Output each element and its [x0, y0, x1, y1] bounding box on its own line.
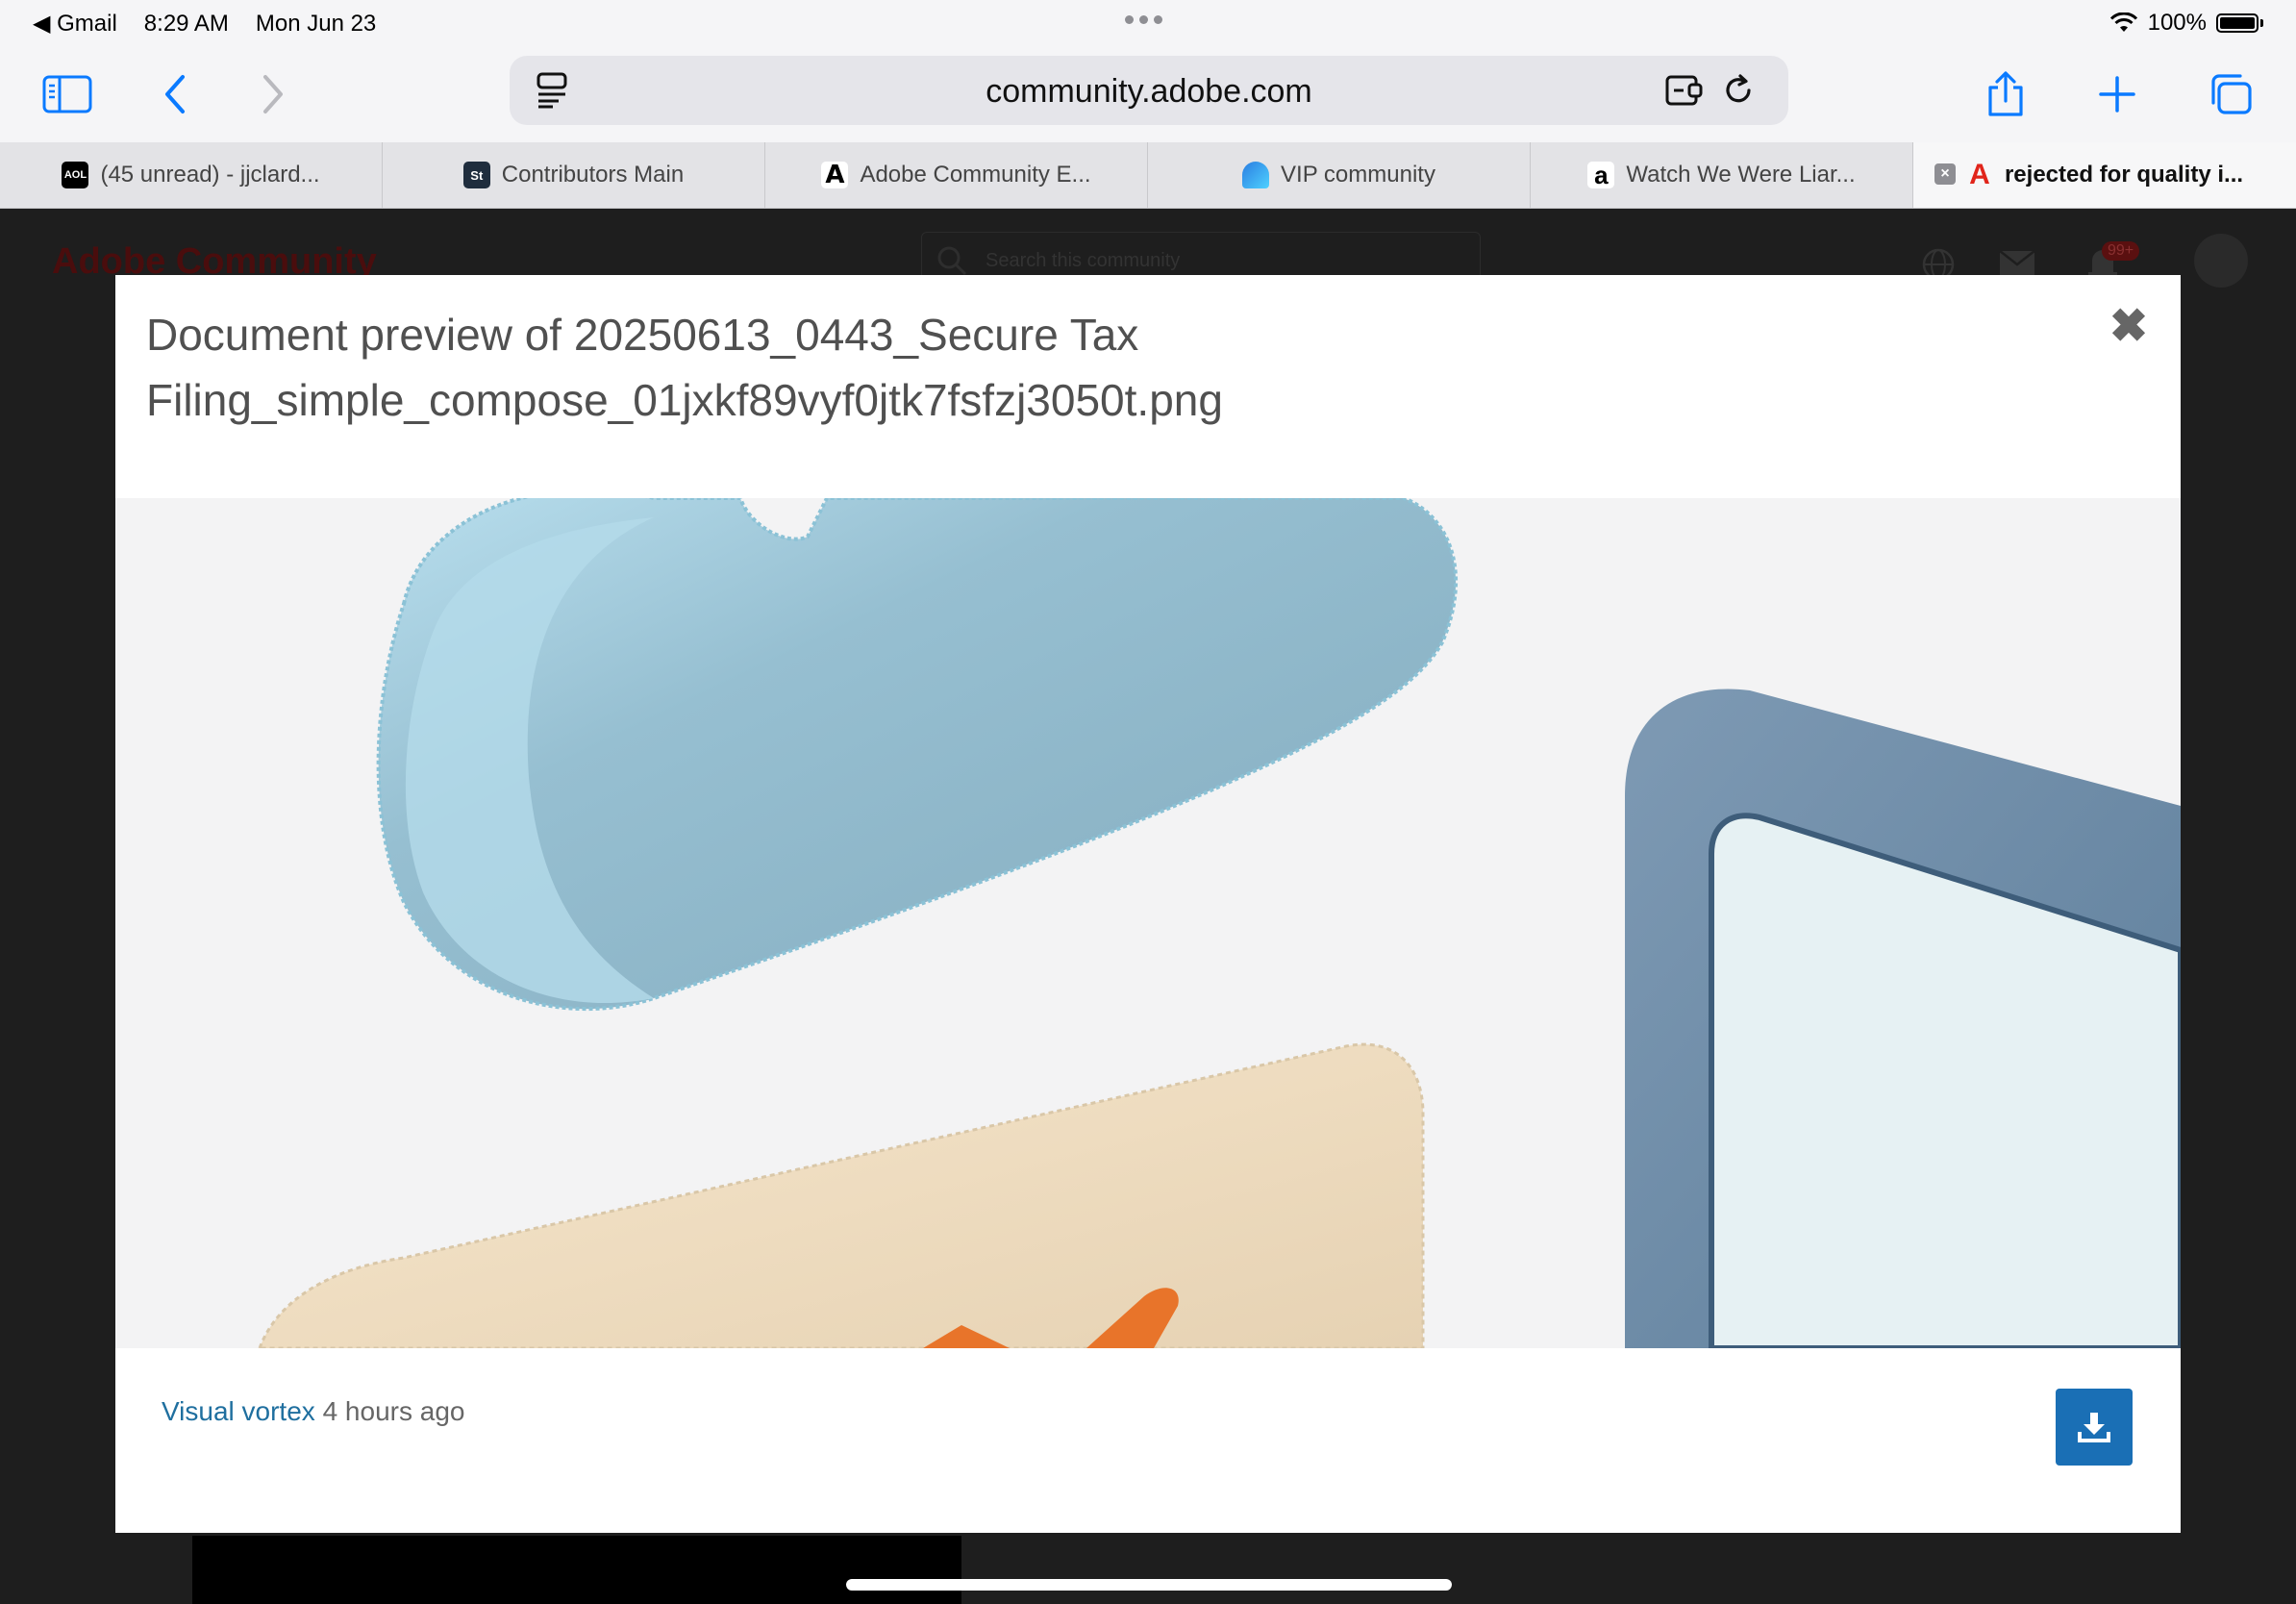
reload-icon[interactable]: [1717, 69, 1759, 112]
new-tab-icon[interactable]: [2086, 63, 2148, 125]
download-button[interactable]: [2056, 1389, 2133, 1466]
tab-rejected-active[interactable]: × A rejected for quality i...: [1913, 142, 2296, 208]
tab-label: Watch We Were Liar...: [1626, 162, 1856, 188]
modal-title: Document preview of 20250613_0443_Secure…: [146, 310, 1223, 425]
back-to-app[interactable]: ◀ Gmail: [33, 10, 117, 38]
image-preview: [115, 498, 2181, 1348]
multitasking-dots[interactable]: [1125, 15, 1162, 24]
tab-label: rejected for quality i...: [2004, 162, 2244, 188]
modal-footer: Visual vortex 4 hours ago: [115, 1348, 2181, 1533]
tab-aol[interactable]: AOL (45 unread) - jjclard...: [0, 142, 383, 208]
home-indicator[interactable]: [846, 1579, 1452, 1591]
extension-icon[interactable]: [1663, 69, 1706, 112]
notification-badge: 99+: [2102, 241, 2140, 261]
sidebar-icon[interactable]: [37, 63, 98, 125]
author-link[interactable]: Visual vortex: [162, 1396, 315, 1426]
forward-icon[interactable]: [242, 63, 304, 125]
back-icon[interactable]: [144, 63, 206, 125]
attribution: Visual vortex 4 hours ago: [162, 1396, 464, 1427]
status-bar: ◀ Gmail 8:29 AM Mon Jun 23 100%: [0, 0, 2296, 46]
tab-adobe-community[interactable]: A Adobe Community E...: [765, 142, 1148, 208]
tab-amazon[interactable]: a Watch We Were Liar...: [1531, 142, 1913, 208]
download-icon: [2078, 1413, 2110, 1442]
stock-favicon-icon: St: [462, 162, 490, 188]
browser-toolbar: community.adobe.com: [0, 46, 2296, 142]
preview-illustration: [115, 498, 2181, 1348]
search-icon: [937, 246, 967, 276]
amazon-favicon-icon: a: [1587, 161, 1615, 189]
status-time: 8:29 AM: [143, 10, 229, 37]
search-placeholder: Search this community: [986, 250, 1181, 271]
modal-header: Document preview of 20250613_0443_Secure…: [115, 275, 2181, 500]
tab-overview-icon[interactable]: [2200, 63, 2261, 125]
status-date: Mon Jun 23: [255, 10, 377, 37]
tab-bar: AOL (45 unread) - jjclard... St Contribu…: [0, 142, 2296, 209]
battery-icon: [2216, 13, 2259, 33]
url-text[interactable]: community.adobe.com: [510, 73, 1788, 111]
document-preview-modal: Document preview of 20250613_0443_Secure…: [115, 275, 2181, 1533]
tab-contributors[interactable]: St Contributors Main: [383, 142, 765, 208]
aol-favicon-icon: AOL: [62, 162, 89, 188]
tab-label: Adobe Community E...: [860, 162, 1091, 188]
adobe-red-favicon-icon: A: [1969, 159, 1990, 190]
tab-label: (45 unread) - jjclard...: [100, 162, 320, 188]
posted-time: 4 hours ago: [322, 1396, 465, 1426]
address-bar[interactable]: community.adobe.com: [510, 56, 1788, 125]
close-icon[interactable]: ✖: [2108, 304, 2150, 350]
battery-percent: 100%: [2147, 10, 2207, 36]
adobe-favicon-icon: A: [821, 161, 849, 189]
tab-vip-community[interactable]: V VIP community: [1148, 142, 1531, 208]
avatar[interactable]: [2194, 234, 2248, 288]
mail-icon[interactable]: [1998, 249, 2036, 278]
tab-close-icon[interactable]: ×: [1934, 163, 1956, 185]
tab-label: VIP community: [1281, 162, 1435, 188]
share-icon[interactable]: [1975, 63, 2036, 125]
wifi-icon: [2109, 13, 2137, 32]
vip-favicon-icon: V: [1242, 162, 1270, 188]
tab-label: Contributors Main: [501, 162, 685, 188]
page-bottom-bar: [192, 1536, 961, 1604]
